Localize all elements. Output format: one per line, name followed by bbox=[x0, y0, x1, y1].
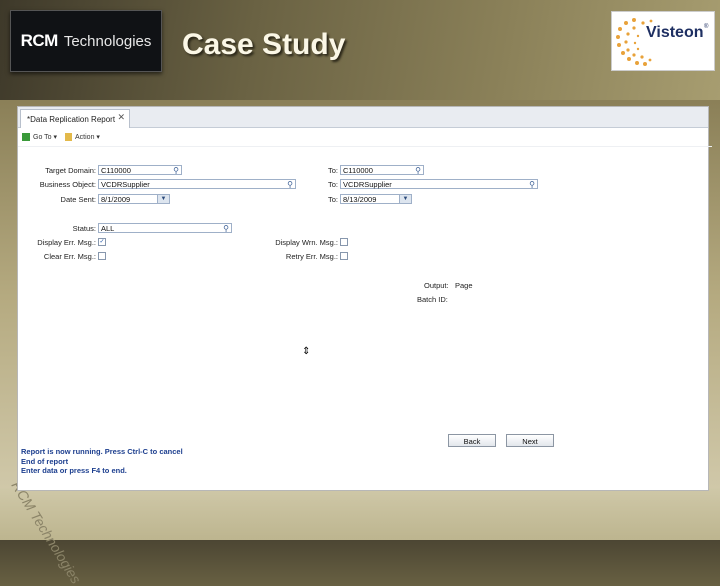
retry-err-label: Retry Err. Msg.: bbox=[285, 252, 338, 261]
rcm-technologies-logo: RCM Technologies bbox=[10, 10, 162, 72]
search-icon[interactable]: ⚲ bbox=[287, 180, 293, 189]
chevron-down-icon[interactable]: ▼ bbox=[399, 195, 411, 203]
report-window: *Data Replication Report ✕ Go To ▾ Actio… bbox=[17, 106, 712, 491]
clear-err-checkbox[interactable] bbox=[98, 252, 106, 260]
action-label: Action ▾ bbox=[75, 134, 100, 141]
business-object-to-label: To: bbox=[327, 180, 338, 189]
business-object-from-value: VCDRSupplier bbox=[101, 180, 150, 189]
next-button[interactable]: Next bbox=[506, 434, 554, 447]
target-domain-label: Target Domain: bbox=[45, 166, 96, 175]
date-sent-to-label: To: bbox=[327, 195, 338, 204]
chevron-down-icon[interactable]: ▼ bbox=[157, 195, 169, 203]
retry-err-checkbox[interactable] bbox=[340, 252, 348, 260]
status-value: ALL bbox=[101, 224, 115, 233]
clear-err-label: Clear Err. Msg.: bbox=[43, 252, 96, 261]
goto-menu[interactable]: Go To ▾ bbox=[22, 133, 57, 141]
tab-label: *Data Replication Report bbox=[27, 114, 116, 124]
business-object-to-input[interactable]: VCDRSupplier ⚲ bbox=[340, 179, 538, 189]
display-err-checkbox[interactable]: ✓ bbox=[98, 238, 106, 246]
action-menu[interactable]: Action ▾ bbox=[65, 133, 100, 141]
back-button[interactable]: Back bbox=[448, 434, 496, 447]
search-icon[interactable]: ⚲ bbox=[415, 166, 421, 175]
output-label: Output: bbox=[424, 281, 449, 290]
tab-strip: *Data Replication Report ✕ bbox=[18, 107, 708, 128]
business-object-label: Business Object: bbox=[39, 180, 96, 189]
date-sent-to-input[interactable]: 8/13/2009 ▼ bbox=[340, 194, 412, 204]
console-line: Report is now running. Press Ctrl-C to c… bbox=[21, 447, 183, 456]
console-line: Enter data or press F4 to end. bbox=[21, 466, 127, 475]
batch-id-label: Batch ID: bbox=[417, 295, 448, 304]
rcm-logo-sub: Technologies bbox=[63, 32, 152, 50]
date-sent-from-input[interactable]: 8/1/2009 ▼ bbox=[98, 194, 170, 204]
date-sent-label: Date Sent: bbox=[60, 195, 96, 204]
status-input[interactable]: ALL ⚲ bbox=[98, 223, 232, 233]
search-icon[interactable]: ⚲ bbox=[173, 166, 179, 175]
mouse-cursor-icon: ⇕ bbox=[302, 346, 311, 357]
console-output: Report is now running. Press Ctrl-C to c… bbox=[21, 447, 183, 476]
action-icon bbox=[65, 133, 73, 141]
close-icon[interactable]: ✕ bbox=[117, 112, 125, 123]
status-label: Status: bbox=[72, 224, 96, 233]
rcm-logo-brand: RCM bbox=[20, 31, 59, 50]
target-domain-to-input[interactable]: C110000 ⚲ bbox=[340, 165, 424, 175]
date-sent-to-value: 8/13/2009 bbox=[343, 195, 377, 204]
visteon-trademark: ® bbox=[704, 24, 709, 30]
display-err-label: Display Err. Msg.: bbox=[37, 238, 96, 247]
search-icon[interactable]: ⚲ bbox=[529, 180, 535, 189]
target-domain-to-value: C110000 bbox=[343, 166, 373, 175]
search-icon[interactable]: ⚲ bbox=[223, 224, 229, 233]
target-domain-to-label: To: bbox=[327, 166, 338, 175]
tab-data-replication-report[interactable]: *Data Replication Report ✕ bbox=[20, 109, 130, 128]
business-object-from-input[interactable]: VCDRSupplier ⚲ bbox=[98, 179, 296, 189]
display-wrn-checkbox[interactable] bbox=[340, 238, 348, 246]
slide-bottom-decoration bbox=[0, 488, 720, 540]
business-object-to-value: VCDRSupplier bbox=[343, 180, 392, 189]
goto-label: Go To ▾ bbox=[33, 134, 58, 141]
toolbar: Go To ▾ Action ▾ bbox=[18, 128, 712, 147]
output-value: Page bbox=[455, 281, 473, 290]
target-domain-from-value: C110000 bbox=[101, 166, 131, 175]
display-wrn-label: Display Wrn. Msg.: bbox=[275, 238, 338, 247]
goto-icon bbox=[22, 133, 30, 141]
console-line: End of report bbox=[21, 456, 69, 466]
date-sent-from-value: 8/1/2009 bbox=[101, 195, 131, 204]
target-domain-from-input[interactable]: C110000 ⚲ bbox=[98, 165, 182, 175]
visteon-logo-text: Visteon bbox=[646, 24, 704, 41]
visteon-logo: Visteon ® bbox=[611, 11, 715, 71]
slide-title: Case Study bbox=[182, 28, 346, 61]
